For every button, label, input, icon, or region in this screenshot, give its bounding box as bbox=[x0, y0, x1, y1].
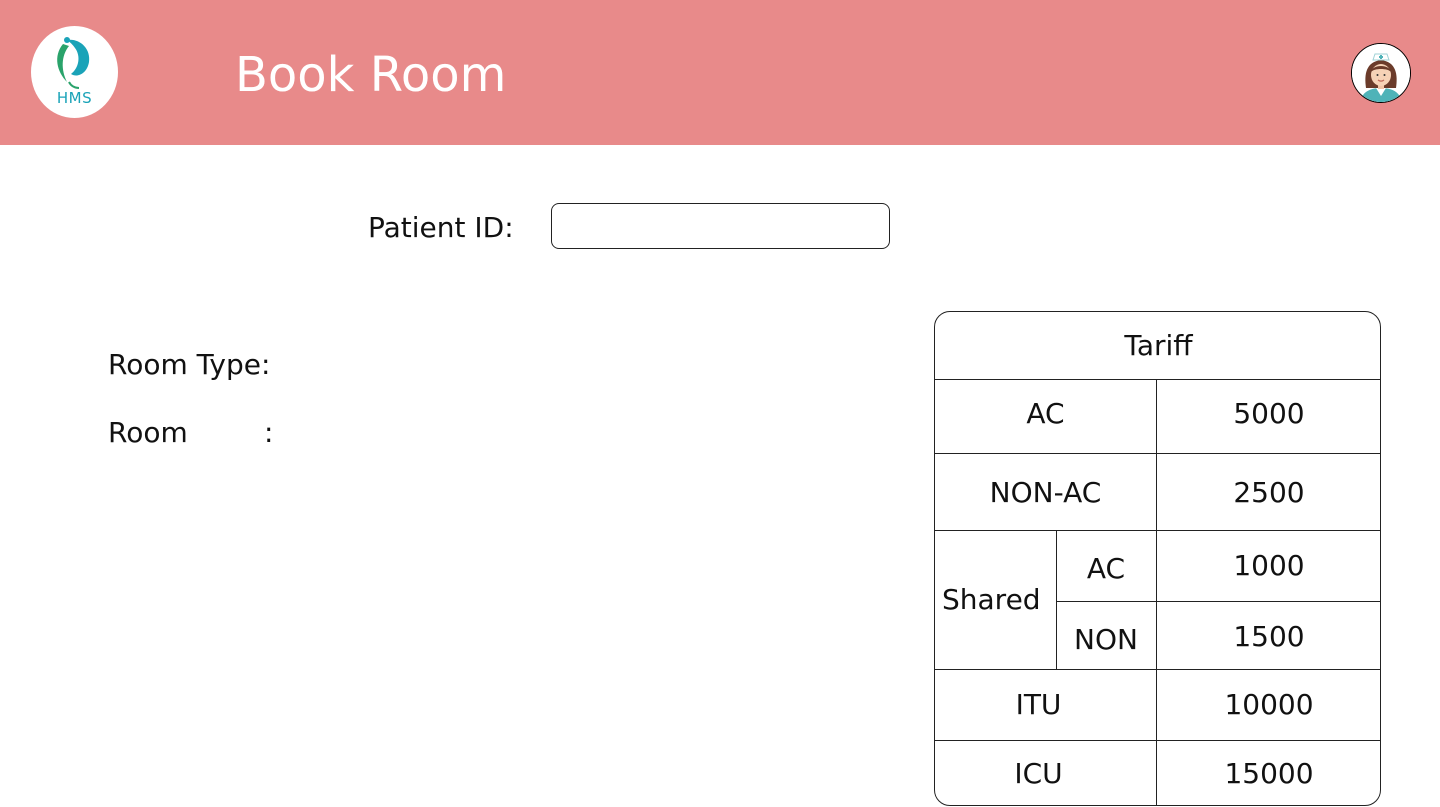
tariff-divider bbox=[1056, 601, 1380, 603]
tariff-itu-price: 10000 bbox=[1224, 688, 1314, 721]
tariff-ac-label: AC bbox=[1026, 397, 1065, 430]
tariff-itu-label: ITU bbox=[1015, 688, 1062, 721]
tariff-divider bbox=[935, 379, 1380, 381]
tariff-divider bbox=[935, 453, 1380, 455]
tariff-shared-label: Shared bbox=[942, 583, 1041, 616]
tariff-divider bbox=[935, 740, 1380, 742]
tariff-table: Tariff AC 5000 NON-AC 2500 Shared AC 100… bbox=[934, 311, 1381, 806]
nurse-avatar-icon bbox=[1352, 44, 1410, 102]
tariff-icu-price: 15000 bbox=[1224, 757, 1314, 790]
tariff-non-ac-label: NON-AC bbox=[989, 476, 1102, 509]
tariff-title: Tariff bbox=[1124, 329, 1193, 362]
tariff-divider bbox=[935, 669, 1380, 671]
book-room-page: HMS Book Room Patient ID: Room Type: Roo… bbox=[0, 0, 1440, 807]
page-title: Book Room bbox=[235, 47, 507, 103]
tariff-shared-ac-price: 1000 bbox=[1233, 549, 1305, 582]
hms-logo[interactable]: HMS bbox=[31, 26, 118, 118]
room-type-label: Room Type: bbox=[108, 348, 271, 381]
tariff-divider bbox=[935, 530, 1380, 532]
tariff-divider bbox=[1156, 379, 1158, 805]
tariff-shared-non-price: 1500 bbox=[1233, 620, 1305, 653]
patient-id-label: Patient ID: bbox=[368, 211, 514, 244]
tariff-non-ac-price: 2500 bbox=[1233, 476, 1305, 509]
tariff-shared-non-label: NON bbox=[1074, 623, 1138, 656]
header-bar: HMS Book Room bbox=[0, 0, 1440, 145]
tariff-ac-price: 5000 bbox=[1233, 397, 1305, 430]
tariff-shared-ac-label: AC bbox=[1086, 552, 1126, 585]
tariff-icu-label: ICU bbox=[1014, 757, 1063, 790]
user-avatar[interactable] bbox=[1351, 43, 1411, 103]
room-colon: : bbox=[264, 416, 274, 449]
logo-text: HMS bbox=[56, 89, 93, 107]
patient-id-input[interactable] bbox=[551, 203, 890, 249]
room-label: Room bbox=[108, 416, 188, 449]
